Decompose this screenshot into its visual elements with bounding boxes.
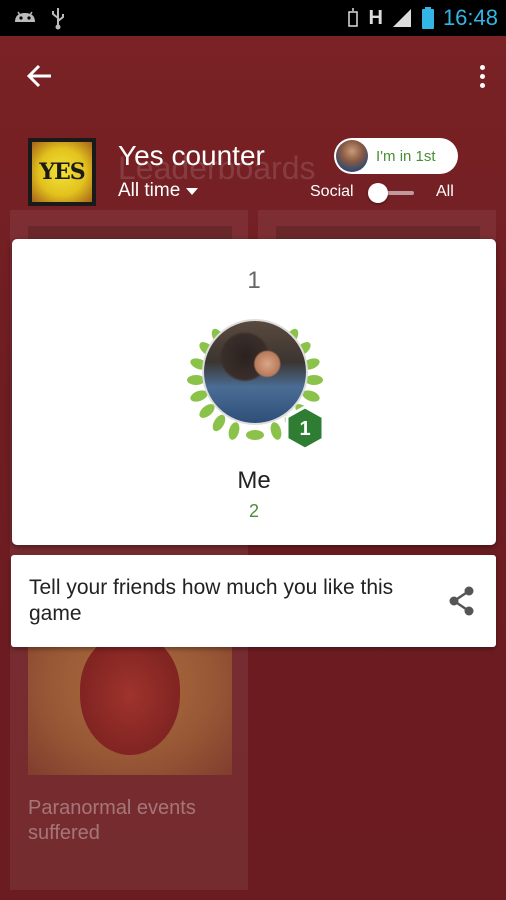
android-icon [15,11,35,22]
arrow-back-icon [26,64,51,88]
avatar [336,140,368,172]
game-icon: YES [28,138,96,206]
status-left-icons [12,6,66,30]
overflow-menu-dot [479,64,485,70]
battery-icon [421,7,434,29]
network-type-label: H [368,6,383,29]
background-tile-right-art [276,226,480,240]
status-right-icons: H 16:48 [346,5,498,31]
background-tile-left-art [28,226,232,240]
rank-number: 1 [247,267,261,294]
toggle-label-social[interactable]: Social [310,183,354,201]
toggle-label-all[interactable]: All [436,183,454,201]
rank-badge: 1 [285,405,325,451]
overflow-menu-dot [479,73,485,79]
signal-icon [392,9,411,27]
back-button[interactable] [24,60,56,92]
my-rank-button[interactable]: I'm in 1st [334,138,458,174]
rank-badge-number: 1 [299,418,310,440]
time-filter-label: All time [118,180,181,201]
player-score: 2 [248,501,259,521]
background-tile-label: Paranormal events suffered [28,797,196,844]
social-all-toggle: Social All [310,180,460,208]
share-game-card[interactable]: Tell your friends how much you like this… [11,555,496,647]
heart-icon [80,645,180,755]
toggle-thumb[interactable] [368,183,388,203]
dropdown-caret-icon [186,187,199,195]
share-prompt-text: Tell your friends how much you like this… [29,576,394,625]
leaderboard-entry-card[interactable]: 1 1 Me 2 [12,239,496,545]
overflow-menu-dot [479,82,485,88]
vibrate-icon [348,8,359,27]
overflow-menu-button[interactable] [470,60,494,92]
achievement-art-heart [28,645,232,775]
share-icon[interactable] [447,585,477,617]
time-filter-dropdown[interactable]: All time [118,180,199,202]
status-bar: H 16:48 [0,0,506,36]
usb-icon [52,8,64,30]
action-bar [0,36,506,116]
my-rank-label: I'm in 1st [376,147,436,165]
leaderboard-title: Yes counter [118,140,265,171]
status-time: 16:48 [442,5,498,30]
game-icon-art: YES [32,142,92,202]
player-name: Me [237,467,271,494]
